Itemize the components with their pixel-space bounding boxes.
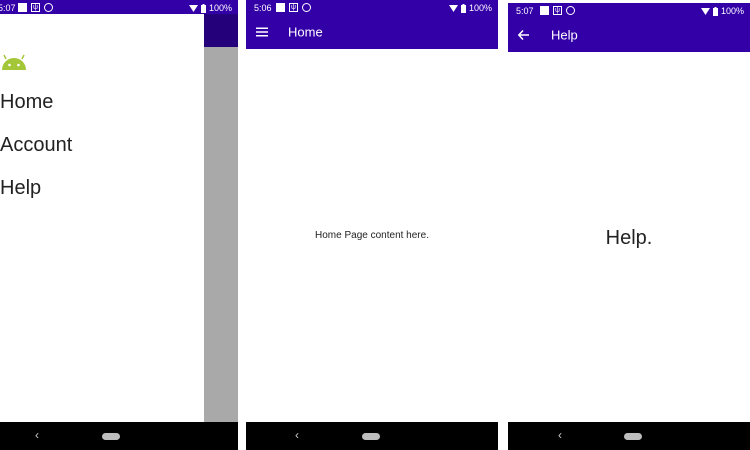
status-bar: 5:07 ψ 100%: [508, 3, 750, 17]
nav-back-icon[interactable]: ‹: [35, 428, 39, 442]
status-right: 100%: [700, 4, 744, 18]
drawer-item-account[interactable]: Account: [0, 134, 72, 157]
sync-icon: [44, 3, 53, 12]
wifi-icon: [448, 5, 458, 12]
menu-icon[interactable]: [256, 27, 268, 36]
sync-icon: [302, 3, 311, 12]
usb-debug-icon: ψ: [289, 3, 298, 12]
drawer-item-home[interactable]: Home: [0, 91, 53, 114]
wifi-icon: [188, 5, 198, 12]
usb-debug-icon: ψ: [31, 3, 40, 12]
nav-home-pill[interactable]: [624, 433, 642, 440]
status-bar: 5:06 ψ 100%: [246, 0, 498, 14]
nav-back-icon[interactable]: ‹: [558, 428, 562, 442]
status-right: 100%: [188, 1, 232, 15]
system-nav-bar: ‹: [246, 422, 498, 450]
notification-icons: ψ: [276, 3, 311, 12]
status-time: 5:07: [0, 3, 16, 13]
notification-square-icon: [540, 6, 549, 15]
battery-percent: 100%: [468, 3, 492, 13]
page-content-text: Home Page content here.: [315, 230, 429, 241]
sync-icon: [566, 6, 575, 15]
phone-screen-help: 5:07 ψ 100% Help Help. ‹: [508, 0, 750, 450]
status-bar: 5:07 ψ 100%: [0, 0, 238, 14]
status-time: 5:06: [254, 3, 272, 13]
app-bar-title: Home: [288, 24, 323, 39]
android-icon: [2, 54, 26, 70]
top-edge: [508, 0, 750, 3]
notification-icons: ψ: [18, 3, 53, 12]
battery-icon: [460, 3, 466, 13]
navigation-drawer: Home Account Help: [0, 14, 204, 422]
battery-icon: [200, 3, 206, 13]
phone-screen-drawer: 5:07 ψ 100% Home Account Help ‹: [0, 0, 238, 450]
drawer-scrim[interactable]: [204, 14, 238, 422]
nav-home-pill[interactable]: [362, 433, 380, 440]
usb-debug-icon: ψ: [553, 6, 562, 15]
notification-square-icon: [276, 3, 285, 12]
drawer-item-help[interactable]: Help: [0, 177, 41, 200]
battery-icon: [712, 6, 718, 16]
wifi-icon: [700, 8, 710, 15]
notification-square-icon: [18, 3, 27, 12]
battery-percent: 100%: [208, 3, 232, 13]
system-nav-bar: ‹: [0, 422, 238, 450]
page-content-text: Help.: [605, 227, 653, 249]
app-bar-title: Help: [551, 27, 578, 42]
app-bar-behind-scrim: [204, 14, 238, 47]
status-right: 100%: [448, 1, 492, 15]
notification-icons: ψ: [540, 6, 575, 15]
status-time: 5:07: [516, 6, 534, 16]
app-bar: Home: [246, 14, 498, 49]
system-nav-bar: ‹: [508, 422, 750, 450]
phone-screen-home: 5:06 ψ 100% Home Home Page content here.…: [246, 0, 498, 450]
nav-home-pill[interactable]: [102, 433, 120, 440]
app-bar: Help: [508, 17, 750, 52]
battery-percent: 100%: [720, 6, 744, 16]
nav-back-icon[interactable]: ‹: [295, 428, 299, 442]
back-arrow-icon[interactable]: [518, 29, 529, 40]
